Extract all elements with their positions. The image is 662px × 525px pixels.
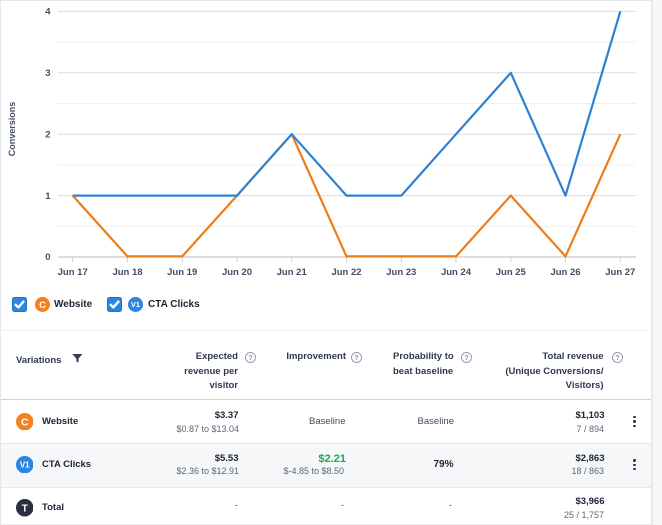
svg-text:?: ? [464, 354, 468, 361]
svg-text:Jun 18: Jun 18 [112, 267, 142, 278]
svg-text:Jun 24: Jun 24 [441, 267, 472, 278]
svg-text:Jun 19: Jun 19 [167, 267, 197, 278]
svg-text:?: ? [615, 354, 619, 361]
svg-text:V1: V1 [20, 460, 30, 469]
svg-text:3: 3 [45, 68, 50, 79]
svg-text:0: 0 [45, 252, 50, 263]
svg-text:1: 1 [45, 191, 51, 202]
svg-text:V1: V1 [130, 300, 139, 309]
svg-text:T: T [21, 504, 27, 515]
svg-text:?: ? [354, 354, 358, 361]
svg-text:?: ? [248, 354, 252, 361]
svg-text:Jun 27: Jun 27 [605, 267, 635, 278]
svg-text:Jun 23: Jun 23 [386, 267, 416, 278]
svg-text:Jun 21: Jun 21 [277, 267, 308, 278]
svg-text:C: C [21, 416, 29, 428]
svg-text:Jun 26: Jun 26 [550, 267, 580, 278]
svg-text:Jun 22: Jun 22 [331, 267, 361, 278]
svg-text:Jun 20: Jun 20 [222, 267, 252, 278]
svg-text:Jun 25: Jun 25 [496, 267, 527, 278]
svg-text:4: 4 [45, 7, 51, 18]
svg-text:2: 2 [45, 129, 50, 140]
svg-text:Conversions: Conversions [7, 102, 17, 157]
svg-text:Jun 17: Jun 17 [58, 267, 88, 278]
svg-text:C: C [39, 300, 46, 311]
